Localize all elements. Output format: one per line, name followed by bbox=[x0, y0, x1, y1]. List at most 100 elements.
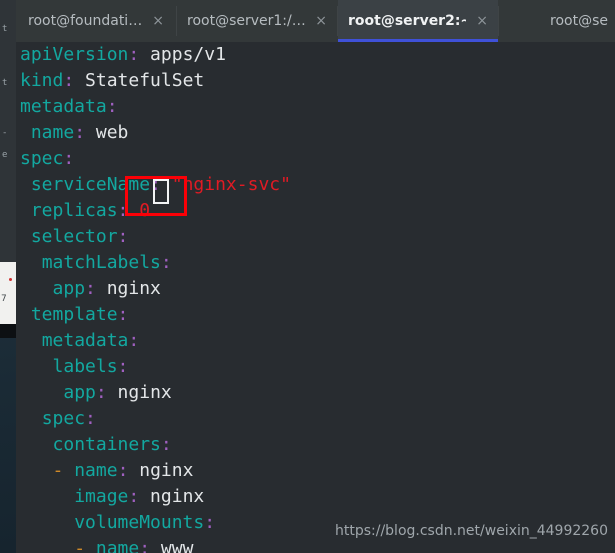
code-line: labels: bbox=[16, 354, 615, 380]
yaml-key: template bbox=[30, 304, 118, 325]
yaml-value: nginx bbox=[95, 278, 161, 299]
tab-label: root@foundati… bbox=[28, 13, 143, 29]
yaml-colon: : bbox=[95, 382, 107, 403]
yaml-colon: : bbox=[117, 304, 129, 325]
yaml-colon: : bbox=[85, 408, 96, 429]
yaml-colon: : bbox=[204, 512, 216, 533]
yaml-key: name bbox=[30, 122, 75, 143]
background-window-upper[interactable]: t t - e bbox=[0, 0, 16, 262]
tab-bar: root@foundati… × root@server1:/… × root@… bbox=[16, 0, 615, 42]
yaml-colon: : bbox=[117, 356, 129, 377]
yaml-colon: : bbox=[160, 252, 172, 273]
code-line: containers: bbox=[16, 432, 615, 458]
background-card-text: 7 bbox=[1, 294, 7, 304]
yaml-key: app bbox=[63, 382, 96, 403]
yaml-key: volumeMounts bbox=[74, 512, 205, 533]
close-icon[interactable]: × bbox=[476, 14, 488, 28]
yaml-key: kind bbox=[20, 70, 64, 91]
yaml-colon: : bbox=[85, 278, 96, 299]
yaml-value: StatefulSet bbox=[74, 70, 205, 91]
yaml-colon: : bbox=[128, 330, 140, 351]
code-line: app: nginx bbox=[16, 276, 615, 302]
background-window-line: - bbox=[2, 128, 8, 138]
background-window-card[interactable]: 7 bbox=[0, 262, 16, 324]
background-window-line: t bbox=[2, 24, 8, 34]
yaml-value: nginx bbox=[128, 460, 194, 481]
yaml-colon: : bbox=[117, 200, 129, 221]
yaml-key: serviceName bbox=[30, 174, 151, 195]
yaml-colon: : bbox=[117, 226, 129, 247]
yaml-key: spec bbox=[41, 408, 86, 429]
tab-root-server1[interactable]: root@server1:/… × bbox=[177, 0, 337, 42]
code-line: matchLabels: bbox=[16, 250, 615, 276]
yaml-value: nginx bbox=[106, 382, 172, 403]
screen: t t - e 7 root@foundati… × root@server1:… bbox=[0, 0, 615, 553]
yaml-value: www bbox=[150, 538, 194, 553]
yaml-value: nginx bbox=[139, 486, 205, 507]
yaml-value: 0 bbox=[128, 200, 151, 221]
background-window-line: t bbox=[2, 78, 8, 88]
code-line: - name: nginx bbox=[16, 458, 615, 484]
yaml-colon: : bbox=[139, 538, 151, 553]
code-line: metadata: bbox=[16, 328, 615, 354]
yaml-key: image bbox=[74, 486, 129, 507]
terminal-text-area[interactable]: apiVersion: apps/v1 kind: StatefulSet meta… bbox=[16, 42, 615, 553]
text-cursor bbox=[153, 179, 169, 204]
alert-dot-icon bbox=[9, 278, 12, 281]
terminal-window: root@foundati… × root@server1:/… × root@… bbox=[16, 0, 615, 553]
code-line: image: nginx bbox=[16, 484, 615, 510]
code-line: app: nginx bbox=[16, 380, 615, 406]
watermark-text: https://blog.csdn.net/weixin_44992260 bbox=[334, 523, 608, 539]
code-line: name: web bbox=[16, 120, 615, 146]
tab-label: root@server2:~… bbox=[348, 13, 466, 29]
tab-root-server2[interactable]: root@server2:~… × bbox=[338, 0, 498, 42]
close-icon[interactable]: × bbox=[152, 14, 164, 28]
background-window-line: e bbox=[2, 150, 8, 160]
list-dash: - bbox=[74, 538, 96, 553]
yaml-key: metadata bbox=[20, 96, 107, 117]
yaml-colon: : bbox=[117, 460, 129, 481]
tab-label: root@se bbox=[550, 13, 608, 29]
yaml-key: apiVersion bbox=[20, 44, 129, 65]
close-icon[interactable]: × bbox=[315, 14, 327, 28]
tab-root-server3[interactable]: root@se bbox=[499, 0, 615, 42]
code-line: template: bbox=[16, 302, 615, 328]
background-window-strip bbox=[0, 324, 16, 338]
code-line: spec: bbox=[16, 146, 615, 172]
code-line: spec: bbox=[16, 406, 615, 432]
yaml-key: matchLabels bbox=[41, 252, 161, 273]
yaml-key: spec bbox=[20, 148, 64, 169]
yaml-key: containers bbox=[52, 434, 161, 455]
yaml-key: app bbox=[52, 278, 86, 299]
yaml-value: "nginx-svc" bbox=[160, 174, 291, 195]
code-line: selector: bbox=[16, 224, 615, 250]
yaml-key: name bbox=[74, 460, 118, 481]
tab-root-foundation[interactable]: root@foundati… × bbox=[16, 0, 176, 42]
yaml-colon: : bbox=[128, 486, 140, 507]
yaml-colon: : bbox=[63, 70, 75, 91]
yaml-colon: : bbox=[63, 148, 75, 169]
yaml-colon: : bbox=[128, 44, 140, 65]
yaml-value: web bbox=[85, 122, 129, 143]
yaml-key: replicas bbox=[30, 200, 118, 221]
code-line: serviceName: "nginx-svc" bbox=[16, 172, 615, 198]
code-line: apiVersion: apps/v1 bbox=[16, 42, 615, 68]
code-line: kind: StatefulSet bbox=[16, 68, 615, 94]
tab-label: root@server1:/… bbox=[187, 13, 306, 29]
